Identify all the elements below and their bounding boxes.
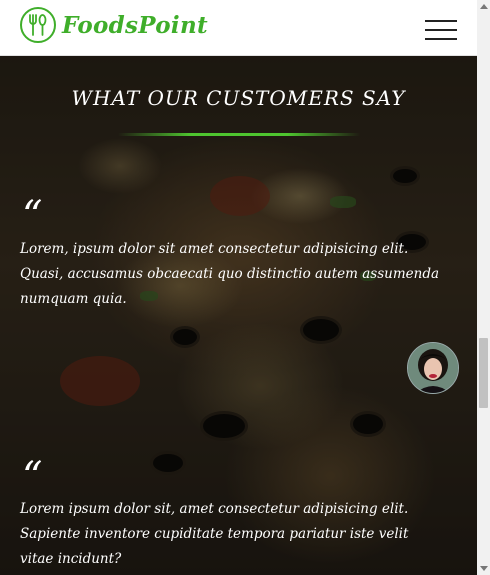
menu-bar-top (425, 20, 457, 22)
testimonial-text: Lorem, ipsum dolor sit amet consectetur … (20, 241, 440, 307)
fork-spoon-logo-icon (20, 7, 56, 43)
testimonials-section: WHAT OUR CUSTOMERS SAY “ Lorem, ipsum do… (0, 56, 477, 575)
site-header: FoodsPoint (0, 0, 477, 56)
scrollbar-thumb[interactable] (479, 338, 488, 408)
quote-mark-icon: “ (22, 193, 43, 239)
hamburger-menu-icon[interactable] (425, 20, 457, 40)
quote-mark-icon: “ (22, 454, 43, 500)
scroll-up-arrow-icon[interactable] (480, 4, 488, 9)
page: FoodsPoint WHAT OUR CUSTOMERS SAY “ Lore… (0, 0, 477, 575)
menu-bar-bottom (425, 38, 457, 40)
title-underline (118, 133, 360, 136)
vertical-scrollbar[interactable] (477, 0, 490, 575)
logo-link[interactable]: FoodsPoint (20, 5, 208, 45)
section-title: WHAT OUR CUSTOMERS SAY (71, 86, 406, 110)
logo-text: FoodsPoint (62, 11, 208, 39)
menu-bar-middle (425, 29, 457, 31)
customer-avatar (407, 342, 459, 394)
scroll-down-arrow-icon[interactable] (480, 566, 488, 571)
testimonial-text: Lorem ipsum dolor sit, amet consectetur … (20, 501, 409, 567)
